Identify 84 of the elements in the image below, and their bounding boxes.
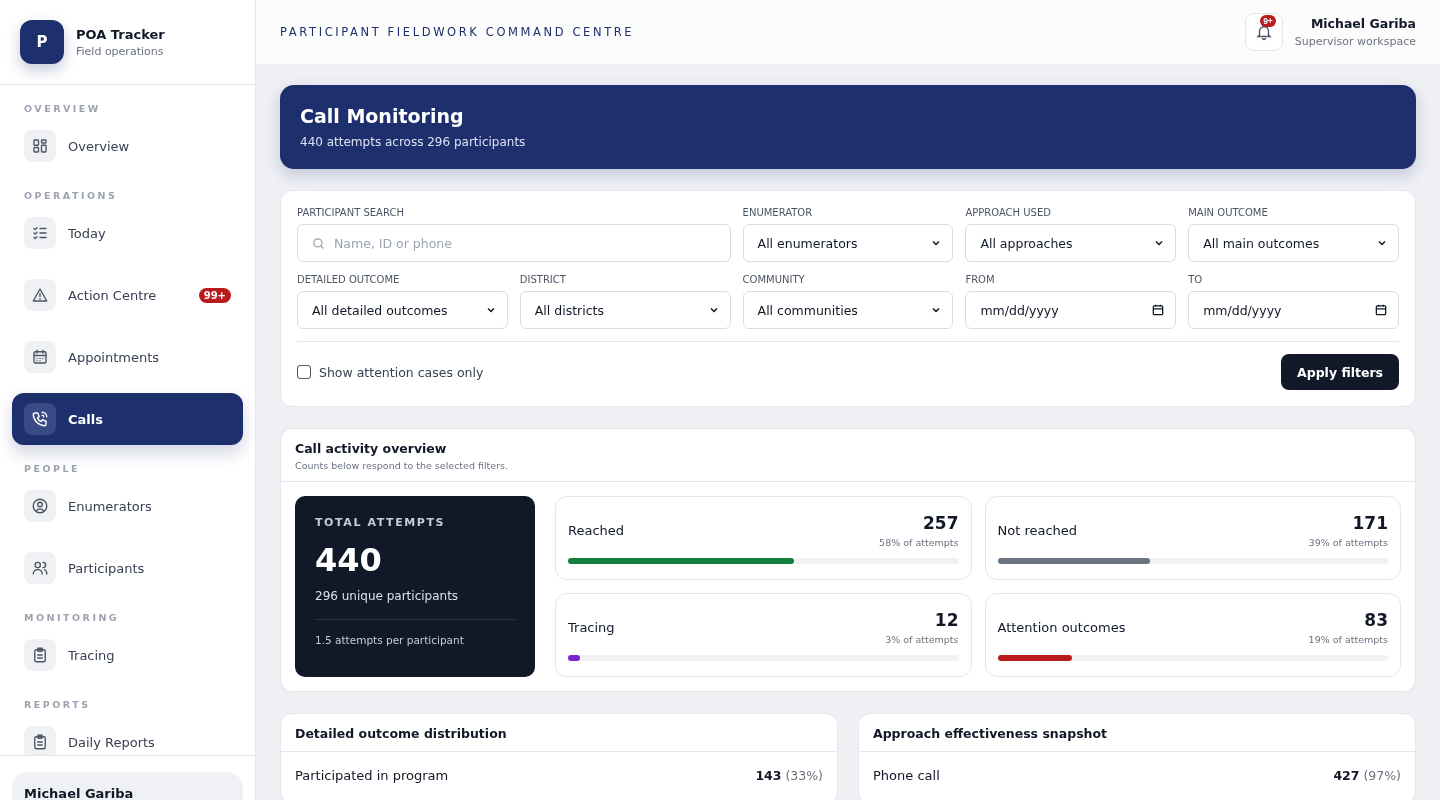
calendar-icon [31, 348, 49, 366]
apply-filters-button[interactable]: Apply filters [1281, 354, 1399, 390]
app-subtitle: Field operations [76, 44, 165, 58]
notification-badge: 9+ [1260, 15, 1276, 27]
date-field[interactable]: mm/dd/yyyy [965, 291, 1177, 329]
stat-share: 58% of attempts [879, 537, 959, 548]
stat-label: Reached [568, 523, 625, 538]
app-logo: P [20, 20, 64, 64]
sidebar-item[interactable]: Participants [12, 542, 243, 594]
dropdown[interactable]: All communities [742, 291, 954, 329]
panel-subtitle: Counts below respond to the selected filters. [295, 460, 510, 471]
notifications-button[interactable]: 9+ [1244, 13, 1283, 51]
nav-section-heading: PEOPLE [23, 462, 82, 476]
field-label: ENUMERATOR [742, 207, 814, 218]
nav-section-heading: MONITORING [23, 611, 121, 625]
field-label: APPROACH USED [965, 207, 1052, 218]
sidebar-item[interactable]: Tracing [12, 629, 243, 681]
stat-label: Tracing [568, 620, 615, 635]
user-role: Supervisor workspace [1294, 35, 1416, 48]
field-label: FROM [965, 274, 996, 285]
dropdown[interactable]: All main outcomes [1188, 224, 1399, 262]
phone-icon [31, 410, 49, 428]
user-card[interactable]: Michael Gariba [12, 772, 243, 800]
stat-value: 440 [315, 541, 383, 579]
sidebar-item[interactable]: Today [12, 207, 243, 259]
sidebar-item[interactable]: Action Centre 99+ [12, 269, 243, 321]
calendar-icon [1151, 303, 1166, 317]
user-circle-icon [31, 497, 49, 515]
dropdown[interactable]: All districts [519, 291, 731, 329]
grid-icon [31, 137, 49, 155]
count-badge: 99+ [198, 287, 231, 303]
app-name: POA Tracker [76, 26, 165, 42]
checklist-icon [31, 224, 49, 242]
dropdown[interactable]: All enumerators [742, 224, 954, 262]
search-icon [311, 236, 326, 251]
panel-title: Call activity overview [295, 441, 448, 456]
field-label: DISTRICT [519, 274, 567, 285]
row-count: 427 (97%) [1333, 768, 1401, 783]
sidebar-item[interactable]: Overview [12, 120, 243, 172]
stat-caption: 1.5 attempts per participant [315, 634, 465, 646]
checkbox-label: Show attention cases only [319, 364, 484, 380]
banner-title: Call Monitoring [300, 105, 465, 127]
page-heading: PARTICIPANT FIELDWORK COMMAND CENTRE [280, 25, 635, 39]
field-label: DETAILED OUTCOME [297, 274, 401, 285]
field-label: MAIN OUTCOME [1188, 207, 1269, 218]
bell-icon [1254, 23, 1273, 41]
field-label: COMMUNITY [742, 274, 806, 285]
stat-label: Not reached [997, 523, 1078, 538]
panel-title: Detailed outcome distribution [281, 714, 837, 752]
clipboard-icon [31, 646, 49, 664]
stat-label: TOTAL ATTEMPTS [315, 516, 447, 529]
checkbox[interactable] [297, 365, 311, 379]
user-name: Michael Gariba [1309, 16, 1416, 31]
stat-value: 12 [934, 610, 959, 630]
sidebar-item[interactable]: Calls [12, 393, 243, 445]
field-label: TO [1188, 274, 1204, 285]
clipboard-icon [31, 733, 49, 751]
nav-section-heading: OPERATIONS [23, 189, 119, 203]
search-field[interactable]: Name, ID or phone [297, 224, 731, 262]
calendar-icon [1374, 303, 1388, 317]
banner-subtitle: 440 attempts across 296 participants [300, 135, 527, 149]
nav-section-heading: REPORTS [23, 698, 92, 712]
stat-value: 171 [1352, 513, 1388, 533]
stat-value: 257 [923, 513, 959, 533]
warning-icon [31, 286, 49, 304]
sidebar-item[interactable]: Enumerators [12, 480, 243, 532]
dropdown[interactable]: All detailed outcomes [297, 291, 508, 329]
stat-share: 39% of attempts [1308, 537, 1388, 548]
users-icon [31, 559, 49, 577]
dropdown[interactable]: All approaches [965, 224, 1177, 262]
sidebar-item[interactable]: Appointments [12, 331, 243, 383]
row-label: Participated in program [295, 768, 449, 783]
date-field[interactable]: mm/dd/yyyy [1188, 291, 1399, 329]
row-count: 143 (33%) [755, 768, 823, 783]
stat-share: 19% of attempts [1308, 634, 1388, 645]
panel-title: Approach effectiveness snapshot [859, 714, 1415, 752]
sidebar-item[interactable]: Daily Reports [12, 716, 243, 755]
stat-share: 3% of attempts [885, 634, 959, 645]
nav-section-heading: OVERVIEW [23, 102, 102, 116]
stat-label: Attention outcomes [997, 620, 1126, 635]
row-label: Phone call [873, 768, 940, 783]
stat-caption: 296 unique participants [315, 589, 515, 620]
stat-value: 83 [1364, 610, 1388, 630]
field-label: PARTICIPANT SEARCH [297, 207, 405, 218]
